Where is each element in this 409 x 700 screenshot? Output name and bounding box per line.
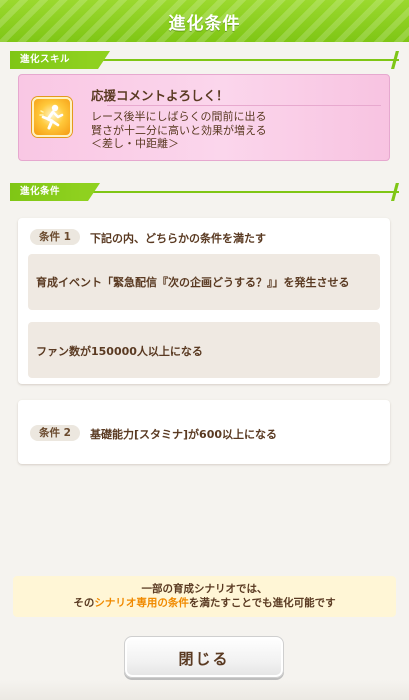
skill-divider [107, 105, 381, 106]
condition-option-text: 育成イベント「緊急配信『次の企画どうする？』」を発生させる [36, 276, 350, 289]
running-figure-skill-icon [32, 97, 72, 137]
condition-card-2: 条件 2 基礎能力[スタミナ]が600以上になる [18, 400, 390, 464]
condition-option-fans: ファン数が150000人以上になる [28, 322, 380, 378]
condition-badge: 条件 2 [30, 425, 80, 441]
dialog-title: 進化条件 [168, 14, 241, 34]
notice-text: その [73, 597, 95, 609]
close-button[interactable]: 閉じる [124, 636, 284, 678]
notice-line-1: 一部の育成シナリオでは、 [141, 583, 268, 595]
notice-highlight-scenario: シナリオ [94, 597, 137, 609]
skill-section-label: 進化スキル [10, 51, 110, 69]
skill-section-header: 進化スキル [10, 51, 399, 69]
evolution-conditions-dialog: 進化条件 進化スキル 応援コメントよろしく！ レース後半にしばらくの間前に出る … [0, 0, 409, 700]
conditions-section-header: 進化条件 [10, 183, 399, 201]
skill-description: レース後半にしばらくの間前に出る 賢さが十二分に高いと効果が増える ＜差し・中距… [91, 110, 267, 151]
notice-highlight-condition: 専用の条件 [136, 597, 189, 609]
footer-fade [0, 680, 409, 700]
condition-option-event: 育成イベント「緊急配信『次の企画どうする？』」を発生させる [28, 254, 380, 310]
skill-description-line: ＜差し・中距離＞ [91, 137, 179, 150]
skill-description-line: 賢さが十二分に高いと効果が増える [91, 123, 267, 137]
scenario-notice: 一部の育成シナリオでは、 そのシナリオ専用の条件を満たすことでも進化可能です [13, 576, 396, 617]
condition-card-1: 条件 1 下記の内、どちらかの条件を満たす 育成イベント「緊急配信『次の企画どう… [18, 218, 390, 384]
condition-label: 下記の内、どちらかの条件を満たす [90, 232, 266, 245]
close-button-label: 閉じる [178, 650, 230, 668]
conditions-section-label: 進化条件 [10, 183, 100, 201]
skill-name: 応援コメントよろしく！ [91, 88, 229, 103]
skill-card[interactable]: 応援コメントよろしく！ レース後半にしばらくの間前に出る 賢さが十二分に高いと効… [18, 74, 390, 161]
condition-option-text: ファン数が150000人以上になる [36, 345, 203, 358]
dialog-header: 進化条件 [0, 0, 409, 42]
notice-line-2: そのシナリオ専用の条件を満たすことでも進化可能です [13, 596, 396, 610]
notice-text: を満たすことでも進化可能です [188, 597, 336, 609]
skill-description-line: レース後半にしばらくの間前に出る [91, 110, 267, 123]
condition-badge: 条件 1 [30, 229, 80, 245]
condition-label: 基礎能力[スタミナ]が600以上になる [90, 428, 278, 441]
